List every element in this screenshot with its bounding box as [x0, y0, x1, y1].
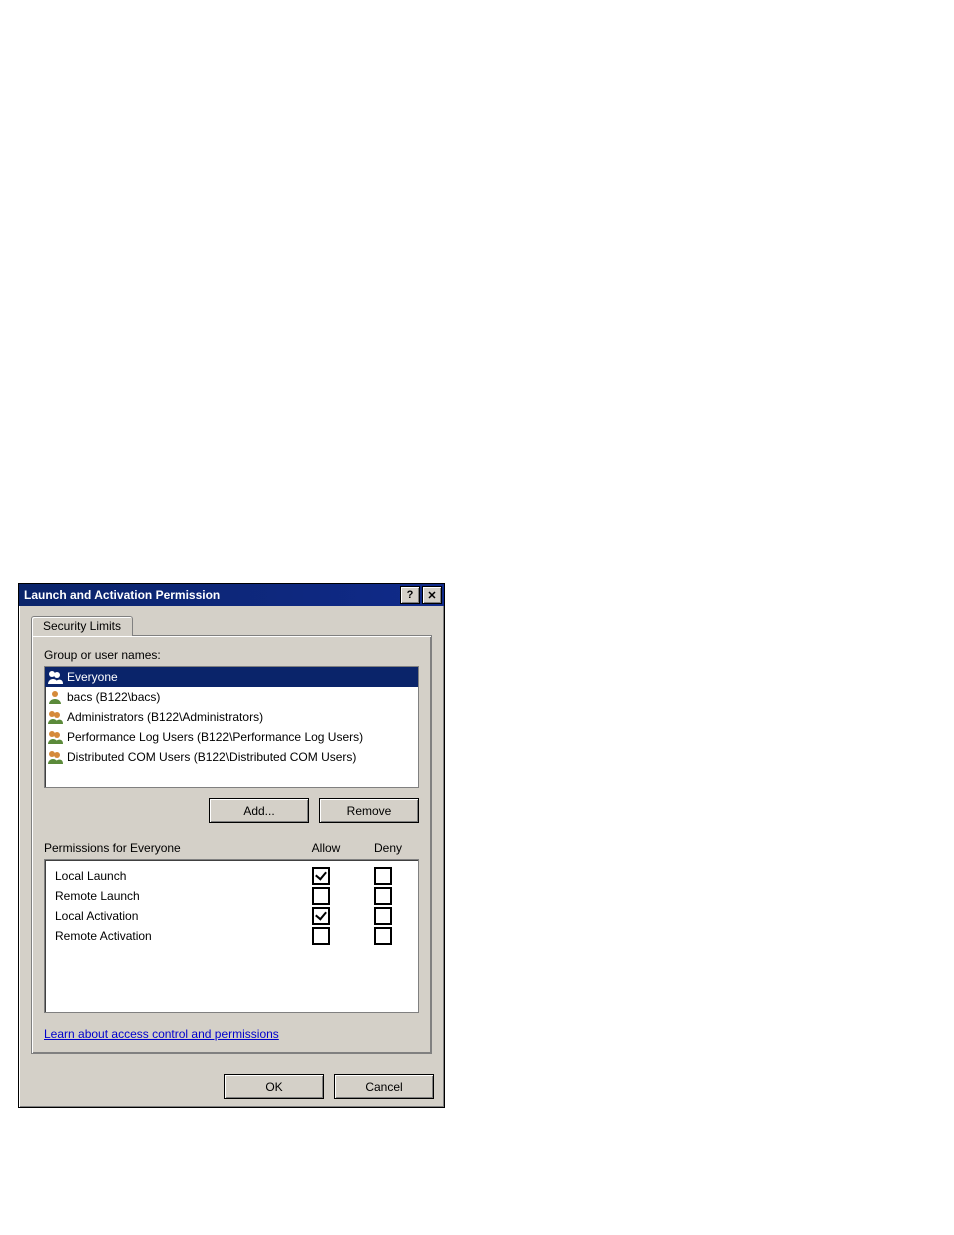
permission-name: Local Activation: [49, 909, 290, 923]
close-icon: ✕: [427, 589, 436, 602]
deny-checkbox[interactable]: [374, 927, 392, 945]
learn-link[interactable]: Learn about access control and permissio…: [44, 1027, 279, 1041]
group-icon: [47, 669, 63, 685]
permission-name: Remote Launch: [49, 889, 290, 903]
deny-checkbox[interactable]: [374, 867, 392, 885]
permission-name: Remote Activation: [49, 929, 290, 943]
user-item[interactable]: Distributed COM Users (B122\Distributed …: [45, 747, 418, 767]
user-list[interactable]: Everyone bacs (B122\bacs) Administrators (…: [44, 666, 419, 788]
user-buttons: Add... Remove: [44, 798, 419, 823]
user-item-label: Performance Log Users (B122\Performance …: [67, 730, 363, 744]
help-icon: ?: [407, 589, 414, 601]
dialog-body: Security Limits Group or user names: Eve…: [19, 606, 444, 1066]
tab-strip: Security Limits: [31, 616, 432, 636]
allow-checkbox[interactable]: [312, 887, 330, 905]
titlebar: Launch and Activation Permission ? ✕: [19, 584, 444, 606]
allow-checkbox[interactable]: [312, 867, 330, 885]
permission-row: Local Launch: [49, 866, 414, 886]
group-icon: [47, 749, 63, 765]
remove-button[interactable]: Remove: [319, 798, 419, 823]
tab-panel: Group or user names: Everyone bacs (B122\…: [31, 635, 432, 1054]
user-item[interactable]: Everyone: [45, 667, 418, 687]
user-item[interactable]: Administrators (B122\Administrators): [45, 707, 418, 727]
dialog-title: Launch and Activation Permission: [21, 588, 398, 602]
add-button[interactable]: Add...: [209, 798, 309, 823]
permissions-list: Local Launch Remote Launch Local Activatio…: [44, 859, 419, 1013]
allow-checkbox[interactable]: [312, 927, 330, 945]
permission-row: Local Activation: [49, 906, 414, 926]
user-icon: [47, 689, 63, 705]
tab-security-limits[interactable]: Security Limits: [31, 616, 133, 636]
deny-checkbox[interactable]: [374, 907, 392, 925]
user-item-label: Administrators (B122\Administrators): [67, 710, 263, 724]
user-item-label: bacs (B122\bacs): [67, 690, 160, 704]
titlebar-buttons: ? ✕: [398, 586, 442, 604]
permission-name: Local Launch: [49, 869, 290, 883]
permissions-header: Permissions for Everyone Allow Deny: [44, 841, 419, 855]
dialog-buttons: OK Cancel: [19, 1066, 444, 1107]
column-deny: Deny: [357, 841, 419, 855]
group-user-label: Group or user names:: [44, 648, 419, 662]
group-icon: [47, 709, 63, 725]
help-button[interactable]: ?: [400, 586, 420, 604]
user-item-label: Everyone: [67, 670, 118, 684]
user-item[interactable]: Performance Log Users (B122\Performance …: [45, 727, 418, 747]
deny-checkbox[interactable]: [374, 887, 392, 905]
cancel-button[interactable]: Cancel: [334, 1074, 434, 1099]
permission-row: Remote Launch: [49, 886, 414, 906]
permissions-for-label: Permissions for Everyone: [44, 841, 295, 855]
user-item[interactable]: bacs (B122\bacs): [45, 687, 418, 707]
column-allow: Allow: [295, 841, 357, 855]
user-item-label: Distributed COM Users (B122\Distributed …: [67, 750, 356, 764]
group-icon: [47, 729, 63, 745]
permission-dialog: Launch and Activation Permission ? ✕ Sec…: [18, 583, 445, 1108]
ok-button[interactable]: OK: [224, 1074, 324, 1099]
close-button[interactable]: ✕: [422, 586, 442, 604]
allow-checkbox[interactable]: [312, 907, 330, 925]
permission-row: Remote Activation: [49, 926, 414, 946]
